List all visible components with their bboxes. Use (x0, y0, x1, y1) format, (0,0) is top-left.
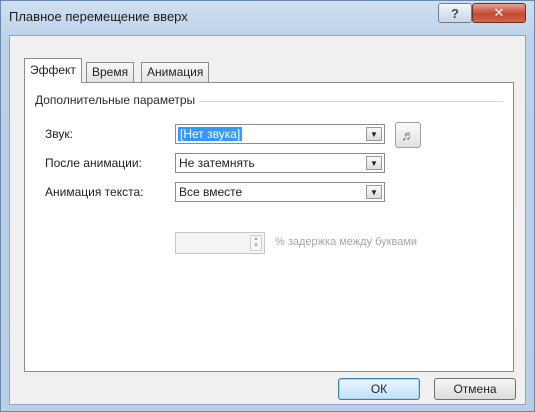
dialog-window: Плавное перемещение вверх ? ✕ Эффект Вре… (0, 0, 535, 412)
delay-spinner: ▲ ▼ (175, 232, 265, 254)
after-animation-value: Не затемнять (179, 156, 255, 170)
tab-timing[interactable]: Время (86, 62, 135, 82)
tab-panel-effect: Дополнительные параметры Звук: [Нет звук… (24, 82, 514, 372)
group-title: Дополнительные параметры (35, 93, 200, 107)
title-bar[interactable]: Плавное перемещение вверх ? ✕ (1, 1, 534, 35)
group-divider (165, 101, 503, 102)
cancel-button[interactable]: Отмена (434, 378, 516, 400)
animate-text-label: Анимация текста: (45, 185, 144, 199)
sound-label: Звук: (45, 127, 73, 141)
delay-label: % задержка между буквами (275, 236, 418, 248)
chevron-down-icon[interactable]: ▼ (366, 127, 382, 141)
after-animation-label: После анимации: (45, 156, 142, 170)
ok-button[interactable]: ОК (338, 378, 420, 400)
dialog-client-area: Эффект Время Анимация текста Дополнитель… (9, 35, 526, 405)
chevron-down-icon[interactable]: ▼ (366, 185, 382, 199)
after-animation-combobox[interactable]: Не затемнять ▼ (175, 153, 385, 173)
sound-value: [Нет звука] (178, 127, 243, 141)
tab-effect[interactable]: Эффект (24, 58, 82, 83)
tab-text-animation[interactable]: Анимация текста (141, 62, 210, 93)
animate-text-value: Все вместе (179, 185, 243, 199)
chevron-down-icon[interactable]: ▼ (366, 156, 382, 170)
help-button[interactable]: ? (438, 3, 472, 23)
close-button[interactable]: ✕ (472, 3, 526, 23)
speaker-icon[interactable]: ♬ (395, 122, 421, 148)
animate-text-combobox[interactable]: Все вместе ▼ (175, 182, 385, 202)
window-title: Плавное перемещение вверх (9, 9, 188, 24)
sound-combobox[interactable]: [Нет звука] ▼ (175, 124, 385, 144)
help-icon: ? (451, 5, 459, 21)
close-icon: ✕ (493, 5, 505, 20)
spinner-arrows-icon: ▲ ▼ (250, 235, 262, 251)
